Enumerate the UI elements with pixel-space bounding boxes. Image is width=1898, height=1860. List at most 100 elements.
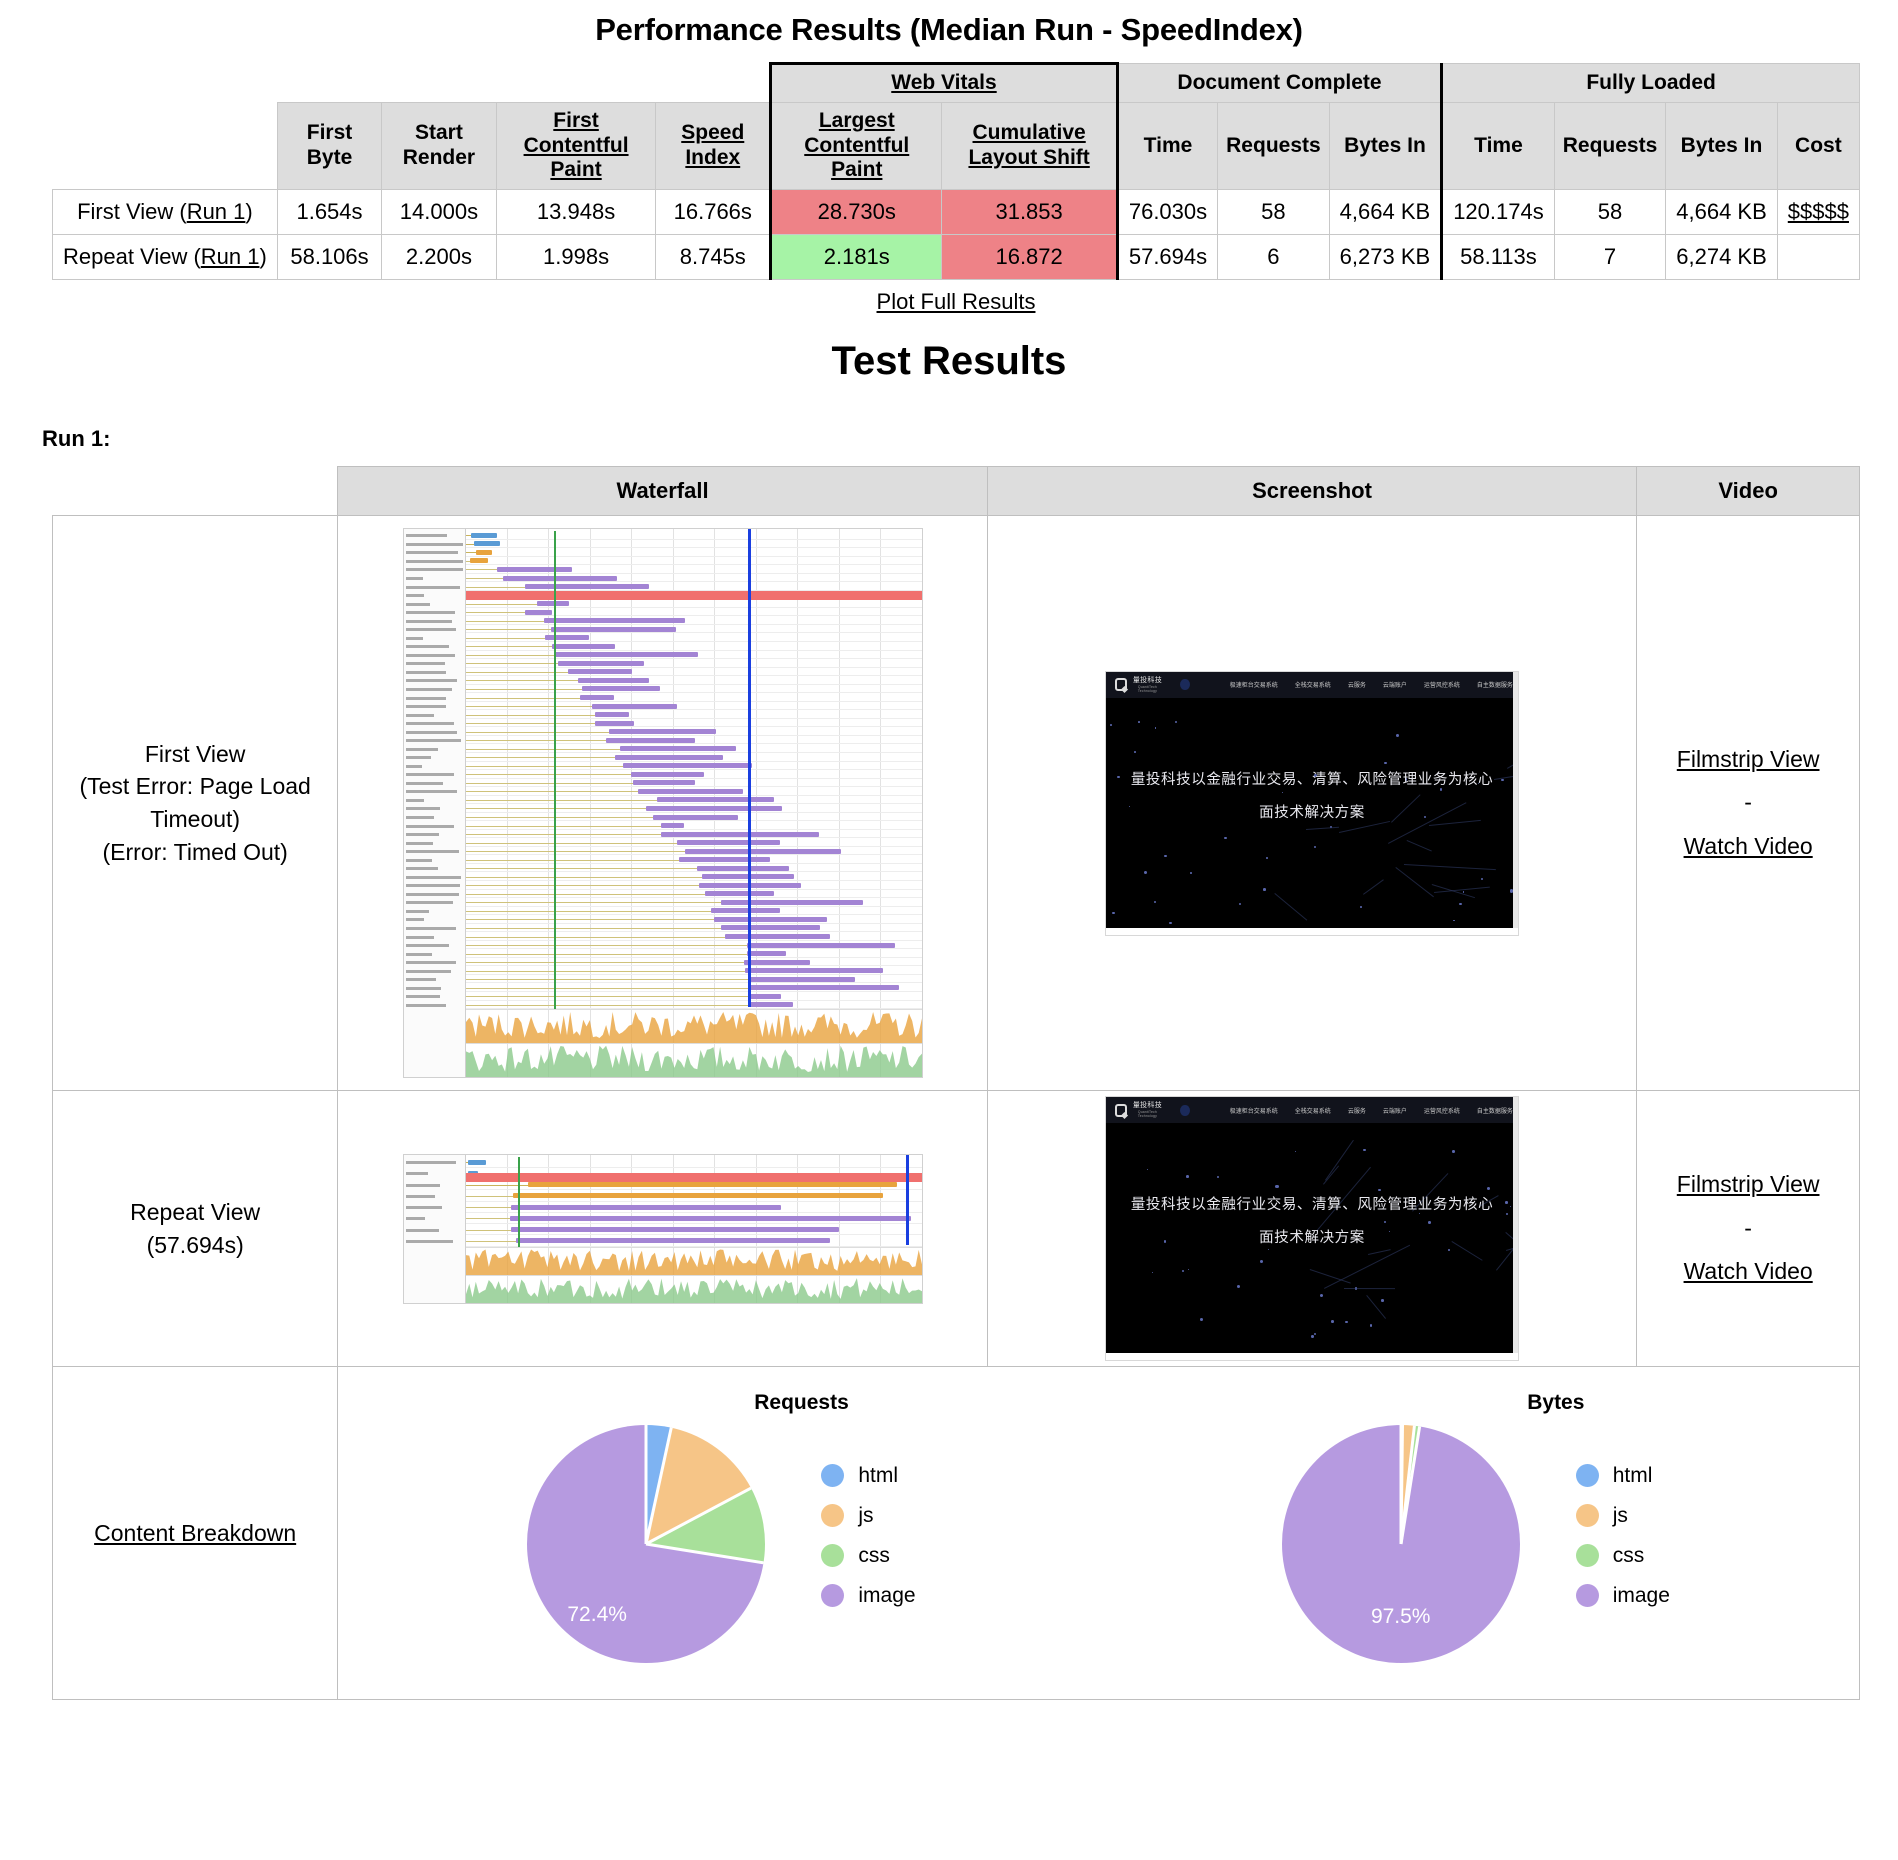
waterfall-request-bar <box>555 652 697 657</box>
waterfall-connector <box>466 996 749 997</box>
col-header-cumulative-layout-shift[interactable]: Cumulative Layout Shift <box>942 102 1117 189</box>
star-dot <box>1110 724 1112 726</box>
filmstrip-view-link[interactable]: Filmstrip View <box>1643 738 1853 782</box>
table-row: Content Breakdown Requests 72.4% htmljsc… <box>53 1367 1860 1700</box>
cell-cost[interactable]: $$$$$ <box>1777 190 1859 235</box>
nav-item: 极速柜台交易系统 <box>1230 1106 1278 1115</box>
waterfall-rowline <box>466 965 922 966</box>
cell-speed-index: 16.766s <box>656 190 771 235</box>
waterfall-request-label <box>406 568 464 571</box>
waterfall-cell-repeat-view[interactable] <box>338 1091 987 1367</box>
waterfall-chart-first-view[interactable] <box>403 528 923 1078</box>
waterfall-rowline <box>466 769 922 770</box>
waterfall-connector <box>466 569 497 570</box>
waterfall-rowline <box>466 752 922 753</box>
screenshot-thumbnail-first-view[interactable]: 量投科技 QuantiTech Technology 极速柜台交易系统 全栈交易… <box>1106 672 1518 935</box>
col-header-link[interactable]: First Contentful Paint <box>524 109 629 182</box>
col-header-link[interactable]: Speed Index <box>681 121 744 169</box>
filmstrip-view-link[interactable]: Filmstrip View <box>1643 1163 1853 1207</box>
col-header-largest-contentful-paint[interactable]: Largest Contentful Paint <box>771 102 942 189</box>
video-links-repeat-view: Filmstrip View - Watch Video <box>1643 1163 1853 1294</box>
waterfall-request-label <box>406 987 442 990</box>
brand-name: 量投科技 <box>1131 1102 1165 1110</box>
waterfall-connector <box>466 612 526 613</box>
waterfall-request-label <box>406 901 453 904</box>
constellation-line <box>1395 867 1433 897</box>
star-dot <box>1360 906 1362 908</box>
watch-video-link[interactable]: Watch Video <box>1643 1250 1853 1294</box>
screenshot-cell-repeat-view[interactable]: 量投科技 QuantiTech Technology 极速柜台交易系统 全栈交易… <box>987 1091 1636 1367</box>
waterfall-request-bar <box>511 1227 840 1232</box>
cost-link[interactable]: $$$$$ <box>1788 199 1849 224</box>
nav-item: 自主数据服务 ˅ <box>1477 1106 1518 1115</box>
waterfall-request-bar <box>471 533 497 538</box>
col-header-speed-index[interactable]: Speed Index <box>656 102 771 189</box>
waterfall-rowline <box>466 1189 922 1190</box>
legend-label: image <box>858 1585 915 1606</box>
waterfall-request-bar <box>721 900 863 905</box>
col-header-cost: Cost <box>1777 102 1859 189</box>
waterfall-rowline <box>466 573 922 574</box>
constellation-line <box>1339 820 1390 832</box>
waterfall-connector <box>466 919 714 920</box>
waterfall-request-label <box>406 654 455 657</box>
cell-cls: 31.853 <box>942 190 1117 235</box>
star-dot <box>1370 1324 1373 1327</box>
waterfall-request-label <box>406 825 455 828</box>
waterfall-request-label <box>406 918 424 921</box>
waterfall-rowline <box>466 820 922 821</box>
constellation-line <box>1363 879 1384 895</box>
waterfall-rowline <box>466 880 922 881</box>
waterfall-rowline <box>466 675 922 676</box>
bytes-pie-block: Bytes 97.5% htmljscssimage <box>1099 1391 1853 1663</box>
cell-first-byte: 58.106s <box>277 235 381 280</box>
waterfall-connector <box>466 834 661 835</box>
bytes-pie-value-label: 97.5% <box>1282 1605 1520 1629</box>
screenshot-thumbnail-repeat-view[interactable]: 量投科技 QuantiTech Technology 极速柜台交易系统 全栈交易… <box>1106 1097 1518 1360</box>
waterfall-connector <box>466 544 474 545</box>
waterfall-request-label <box>406 594 425 597</box>
waterfall-request-label <box>406 936 434 939</box>
nav-item: 云服务 <box>1348 1106 1366 1115</box>
content-breakdown-label-cell[interactable]: Content Breakdown <box>53 1367 338 1700</box>
star-dot <box>1314 846 1316 848</box>
run-link[interactable]: Run 1 <box>201 244 260 269</box>
waterfall-request-label <box>406 893 459 896</box>
waterfall-request-bar <box>677 840 781 845</box>
waterfall-rowline <box>466 812 922 813</box>
waterfall-connector <box>466 979 749 980</box>
waterfall-request-label <box>406 603 431 606</box>
screenshot-cell-first-view[interactable]: 量投科技 QuantiTech Technology 极速柜台交易系统 全栈交易… <box>987 516 1636 1091</box>
waterfall-chart-repeat-view[interactable] <box>403 1154 923 1304</box>
star-dot <box>1237 1285 1240 1288</box>
run-link[interactable]: Run 1 <box>187 199 246 224</box>
legend-color-swatch <box>821 1544 844 1567</box>
col-header-link[interactable]: Cumulative Layout Shift <box>968 121 1089 169</box>
waterfall-request-label <box>406 560 464 563</box>
watch-video-link[interactable]: Watch Video <box>1643 825 1853 869</box>
legend-color-swatch <box>1576 1464 1599 1487</box>
star-dot <box>1463 891 1464 892</box>
waterfall-connector <box>466 749 621 750</box>
row-label-first-view-cell: First View (Test Error: Page Load Timeou… <box>53 516 338 1091</box>
waterfall-cell-first-view[interactable] <box>338 516 987 1091</box>
waterfall-rowline <box>466 795 922 796</box>
waterfall-rowline <box>466 923 922 924</box>
row-label-repeat-view-cell: Repeat View (57.694s) <box>53 1091 338 1367</box>
nav-item: 极速柜台交易系统 <box>1230 680 1278 689</box>
waterfall-request-bar <box>544 618 685 623</box>
requests-pie-title: Requests <box>504 1391 1098 1415</box>
col-header-link[interactable]: Largest Contentful Paint <box>804 109 909 182</box>
plot-full-results-link[interactable]: Plot Full Results <box>877 289 1036 314</box>
col-header-first-contentful-paint[interactable]: First Contentful Paint <box>496 102 656 189</box>
content-breakdown-link[interactable]: Content Breakdown <box>94 1520 296 1546</box>
group-header-label: Web Vitals <box>891 71 996 94</box>
waterfall-request-label <box>406 1172 429 1175</box>
waterfall-connector <box>466 723 595 724</box>
star-dot <box>1155 727 1156 728</box>
waterfall-request-label <box>406 671 446 674</box>
waterfall-connector <box>466 1230 511 1231</box>
star-dot <box>1381 1299 1384 1302</box>
waterfall-rowline <box>466 948 922 949</box>
view-label-line: Repeat View <box>59 1196 331 1229</box>
